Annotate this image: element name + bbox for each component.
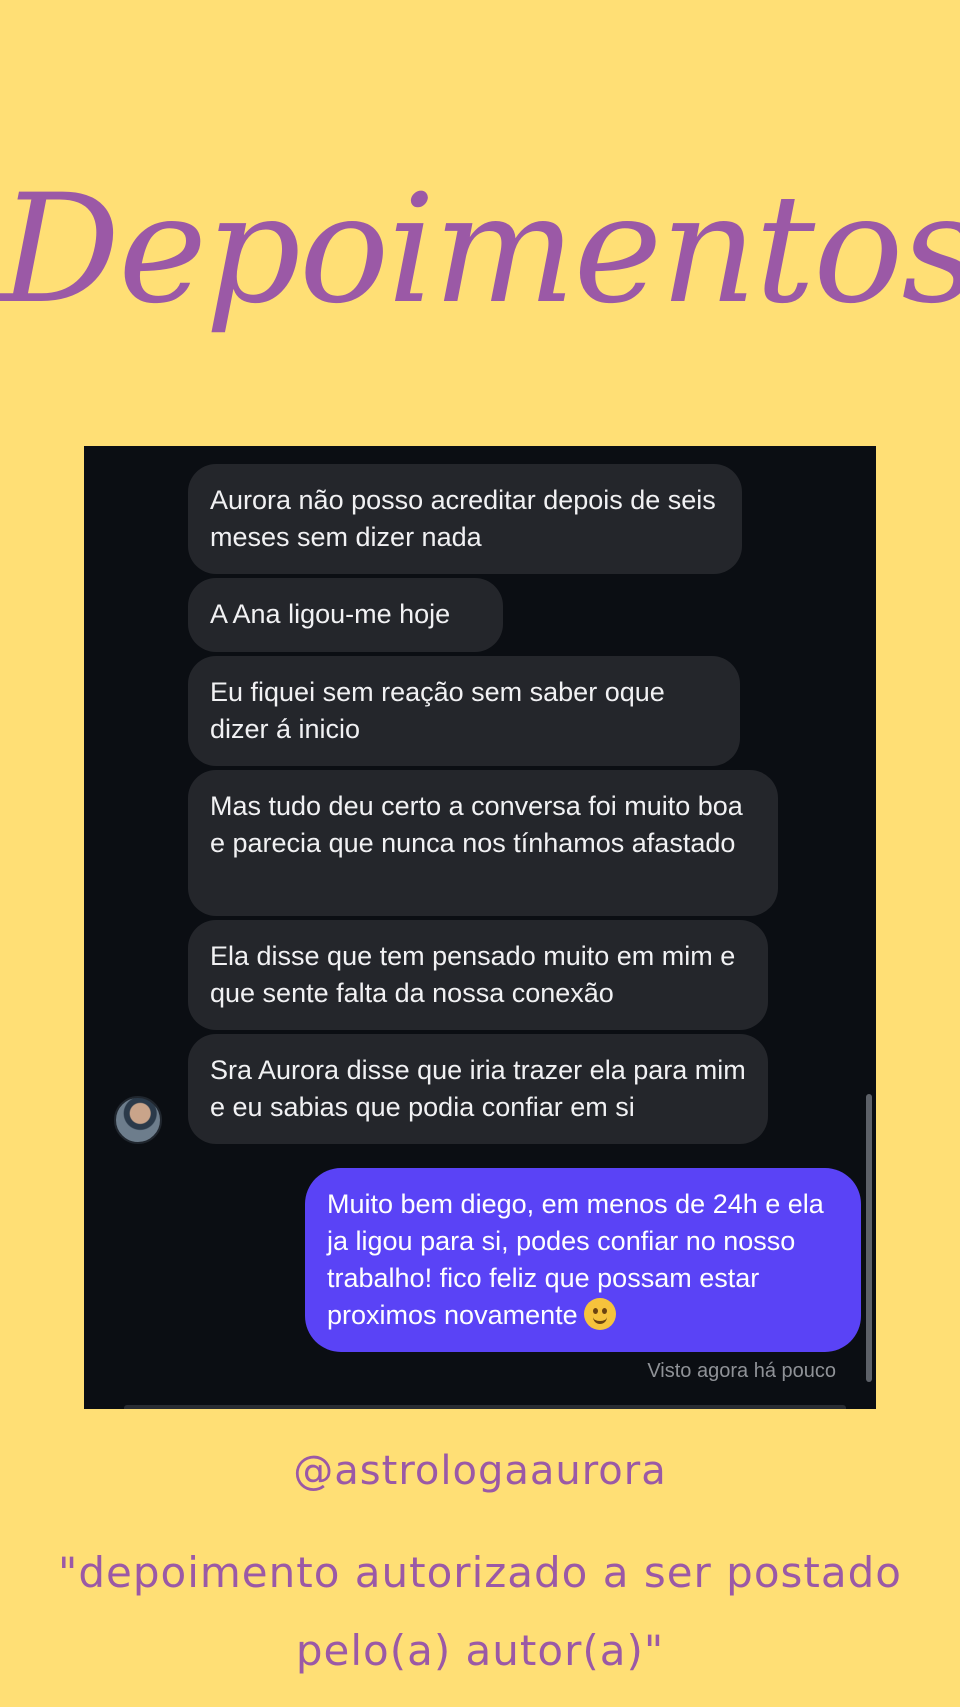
sent-message-text: Muito bem diego, em menos de 24h e ela j… <box>327 1189 832 1330</box>
chat-input-edge <box>124 1405 846 1409</box>
received-message-4: Mas tudo deu certo a conversa foi muito … <box>188 770 778 916</box>
contact-avatar[interactable] <box>114 1096 162 1144</box>
authorization-caption: "depoimento autorizado a ser postado pel… <box>58 1548 902 1675</box>
received-message-3: Eu fiquei sem reação sem saber oque dize… <box>188 656 740 766</box>
received-message-2: A Ana ligou-me hoje <box>188 578 503 652</box>
chat-screenshot: Aurora não posso acreditar depois de sei… <box>84 446 876 1409</box>
smiling-face-emoji-icon <box>583 1298 616 1330</box>
seen-status: Visto agora há pouco <box>647 1360 836 1382</box>
chat-scrollbar[interactable] <box>866 1094 872 1382</box>
received-message-1: Aurora não posso acreditar depois de sei… <box>188 464 742 574</box>
received-message-5: Ela disse que tem pensado muito em mim e… <box>188 920 768 1030</box>
received-message-6: Sra Aurora disse que iria trazer ela par… <box>188 1034 768 1144</box>
sent-message: Muito bem diego, em menos de 24h e ela j… <box>305 1168 861 1352</box>
page-title: Depoimentos <box>0 163 960 337</box>
instagram-handle: @astrologaaurora <box>293 1448 667 1494</box>
